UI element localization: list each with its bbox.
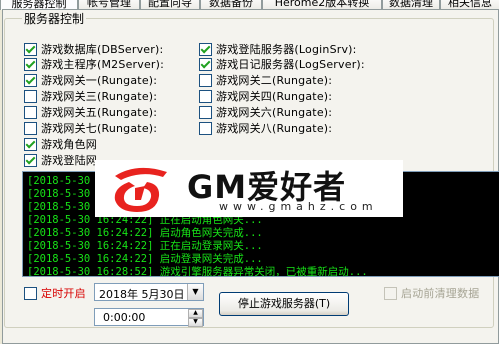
watermark-logo: GM爱好者 www.gmahz.com xyxy=(95,160,403,217)
spin-down-icon[interactable]: ▼ xyxy=(188,318,203,327)
checkbox-label: 游戏登陆服务器(LoginSrv): xyxy=(216,43,357,56)
checkbox-label: 游戏网关三(Rungate): xyxy=(41,90,158,103)
checkbox-m2server[interactable]: 游戏主程序(M2Server): xyxy=(24,56,165,71)
checkbox-rungate-4[interactable]: 游戏网关四(Rungate): xyxy=(199,88,333,103)
checkbox-box[interactable] xyxy=(24,105,37,119)
log-line: [2018-5-30 16:24:22] 启动角色网关完成... xyxy=(27,227,263,239)
checkbox-box[interactable] xyxy=(24,121,37,135)
checkbox-rungate-8[interactable]: 游戏网关八(Rungate): xyxy=(199,120,333,135)
checkbox-label: 游戏网关一(Rungate): xyxy=(41,74,158,87)
checkbox-rungate-7[interactable]: 游戏网关七(Rungate): xyxy=(24,120,158,135)
checkbox-rungate-1[interactable]: 游戏网关一(Rungate): xyxy=(24,72,158,87)
checkbox-label: 游戏日记服务器(LogServer): xyxy=(216,58,365,71)
checkbox-selgate[interactable]: 游戏角色网 xyxy=(24,136,97,151)
chevron-down-icon[interactable]: ▼ xyxy=(187,284,203,300)
checkbox-logserver[interactable]: 游戏日记服务器(LogServer): xyxy=(199,56,365,71)
checkbox-box[interactable] xyxy=(199,42,212,56)
log-line: [2018-5-30 16:24:22] 启动登录网关完成... xyxy=(27,253,263,265)
checkbox-label: 游戏网关四(Rungate): xyxy=(216,90,333,103)
date-picker[interactable]: 2018年 5月30日 ▼ xyxy=(94,283,204,301)
checkbox-label: 游戏主程序(M2Server): xyxy=(41,58,165,71)
checkbox-box[interactable] xyxy=(384,286,397,300)
checkbox-box[interactable] xyxy=(24,89,37,103)
checkbox-label: 游戏角色网 xyxy=(41,138,97,151)
pre-clean-label: 启动前清理数据 xyxy=(401,287,480,300)
checkbox-box[interactable] xyxy=(199,89,212,103)
checkbox-box[interactable] xyxy=(24,153,37,167)
spin-up-icon[interactable]: ▲ xyxy=(188,309,203,318)
checkbox-label: 游戏网关八(Rungate): xyxy=(216,122,333,135)
pre-clean-checkbox[interactable]: 启动前清理数据 xyxy=(384,285,479,301)
checkbox-box[interactable] xyxy=(24,137,37,151)
checkbox-box[interactable] xyxy=(199,105,212,119)
checkbox-logingate[interactable]: 游戏登陆网 xyxy=(24,152,97,167)
time-input[interactable]: 0:00:00 ▲ ▼ xyxy=(94,308,204,327)
logo-swirl-icon xyxy=(114,167,167,212)
checkbox-label: 游戏登陆网 xyxy=(41,154,97,167)
checkbox-rungate-5[interactable]: 游戏网关五(Rungate): xyxy=(24,104,158,119)
checkbox-box[interactable] xyxy=(199,73,212,87)
stop-server-button[interactable]: 停止游戏服务器(T) xyxy=(219,292,349,316)
checkbox-box[interactable] xyxy=(24,57,37,71)
timer-checkbox[interactable]: 定时开启 xyxy=(24,285,86,301)
checkbox-rungate-6[interactable]: 游戏网关六(Rungate): xyxy=(199,104,333,119)
checkbox-loginsrv[interactable]: 游戏登陆服务器(LoginSrv): xyxy=(199,41,357,56)
date-value: 2018年 5月30日 xyxy=(99,288,185,301)
checkbox-box[interactable] xyxy=(24,286,37,300)
checkbox-box[interactable] xyxy=(24,73,37,87)
checkbox-rungate-3[interactable]: 游戏网关三(Rungate): xyxy=(24,88,158,103)
log-line: [2018-5-30 16:28:52] 游戏引擎服务器异常关闭，已被重新启动.… xyxy=(27,266,368,277)
time-value: 0:00:00 xyxy=(103,311,146,324)
checkbox-box[interactable] xyxy=(199,121,212,135)
time-spinner[interactable]: ▲ ▼ xyxy=(188,309,203,327)
checkbox-dbserver[interactable]: 游戏数据库(DBServer): xyxy=(24,41,164,56)
checkbox-label: 游戏网关五(Rungate): xyxy=(41,106,158,119)
log-line: [2018-5-30 16:24:22] 正在启动登录网关... xyxy=(27,240,263,252)
checkbox-label: 游戏网关七(Rungate): xyxy=(41,122,158,135)
group-title: 服务器控制 xyxy=(22,10,87,27)
checkbox-label: 游戏数据库(DBServer): xyxy=(41,43,164,56)
timer-label: 定时开启 xyxy=(41,287,86,300)
checkbox-label: 游戏网关二(Rungate): xyxy=(216,74,333,87)
checkbox-rungate-2[interactable]: 游戏网关二(Rungate): xyxy=(199,72,333,87)
logo-url: www.gmahz.com xyxy=(219,200,378,213)
checkbox-box[interactable] xyxy=(199,57,212,71)
checkbox-box[interactable] xyxy=(24,42,37,56)
checkbox-label: 游戏网关六(Rungate): xyxy=(216,106,333,119)
